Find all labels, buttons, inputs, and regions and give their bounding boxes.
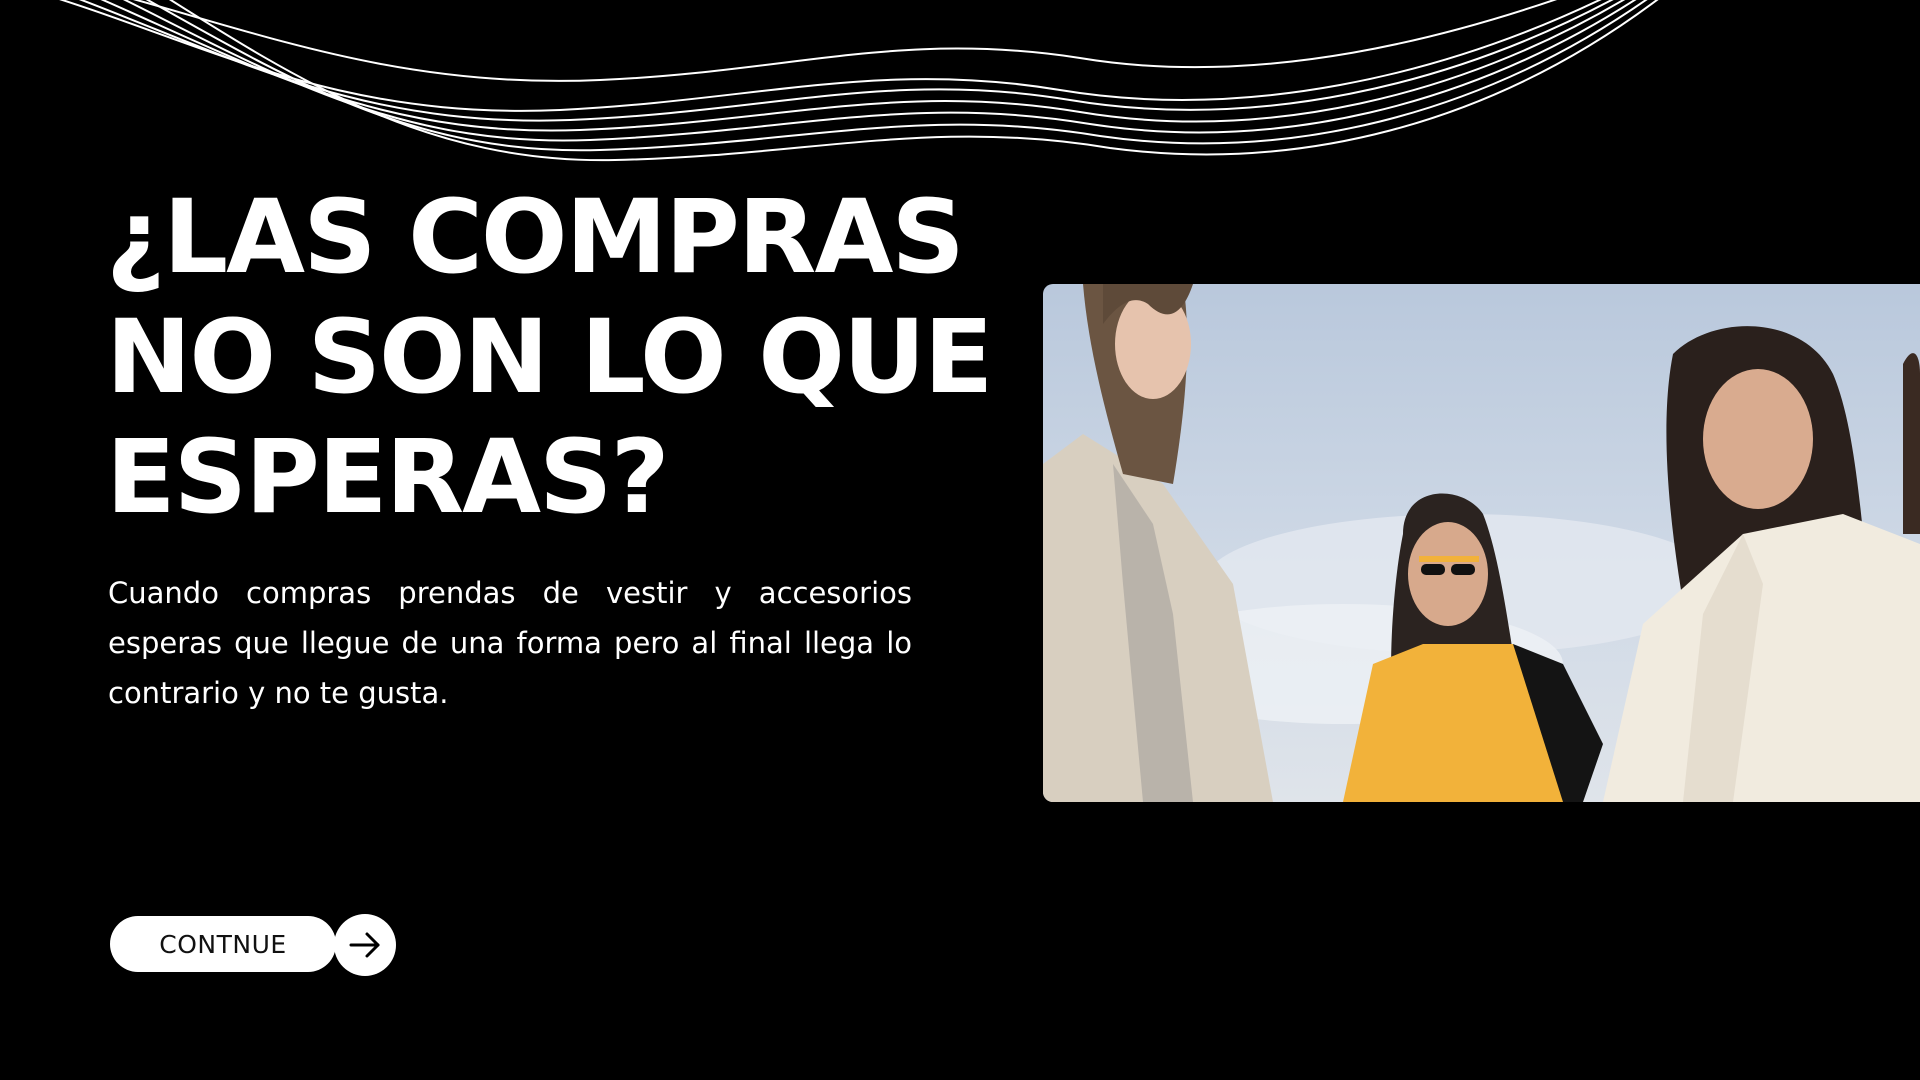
photo-illustration <box>1043 284 1920 802</box>
wavy-lines-decoration <box>58 0 1659 162</box>
title-line-2: NO SON LO QUE <box>106 298 993 417</box>
description-text: Cuando compras prendas de vestir y acces… <box>108 576 912 710</box>
page-title: ¿LAS COMPRAS NO SON LO QUE ESPERAS? <box>106 178 993 538</box>
title-line-1: ¿LAS COMPRAS <box>106 178 965 297</box>
arrow-right-icon <box>349 932 380 958</box>
continue-button[interactable]: CONTNUE <box>110 916 336 972</box>
title-line-3: ESPERAS? <box>106 418 670 537</box>
fashion-photo <box>1043 284 1920 802</box>
continue-arrow-button[interactable] <box>334 914 396 976</box>
